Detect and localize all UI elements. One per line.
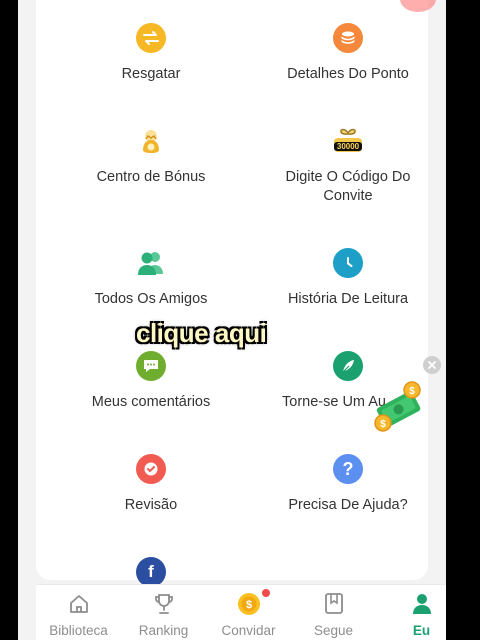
menu-item-label: Detalhes Do Ponto (287, 66, 409, 82)
swap-icon (136, 23, 166, 53)
menu-item-centro-bonus[interactable]: Centro de Bónus (56, 126, 246, 187)
trophy-icon (121, 591, 206, 617)
gift-30000-icon: 30000 (331, 126, 365, 156)
notification-dot (262, 589, 270, 597)
gold-sack-icon (136, 126, 166, 156)
menu-item-precisa-ajuda[interactable]: ? Precisa De Ajuda? (253, 454, 443, 515)
menu-item-label: Meus comentários (91, 394, 211, 410)
menu-item-codigo-convite[interactable]: 30000 Digite O Código Do Convite (253, 126, 443, 206)
nav-item-segue[interactable]: Segue (291, 585, 376, 638)
money-reward-icon[interactable]: $ $ (372, 380, 426, 441)
bottom-nav: Biblioteca Ranking $ Convidar Segue Eu (36, 584, 446, 640)
gift-amount-label: 30000 (336, 142, 360, 151)
svg-text:$: $ (380, 419, 386, 430)
friends-icon (136, 248, 166, 278)
menu-item-historia-leitura[interactable]: História De Leitura (253, 248, 443, 309)
menu-item-label: Digite O Código Do Convite (285, 169, 411, 204)
home-icon (36, 591, 121, 617)
nav-item-eu[interactable]: Eu (379, 585, 446, 638)
svg-text:$: $ (409, 386, 415, 397)
menu-item-label: Centro de Bónus (96, 169, 206, 185)
menu-item-label: Todos Os Amigos (94, 291, 208, 307)
close-icon[interactable] (423, 356, 441, 374)
nav-item-ranking[interactable]: Ranking (121, 585, 206, 638)
coin-icon: $ (206, 589, 291, 617)
menu-item-label: Resgatar (121, 66, 181, 82)
comment-icon (136, 351, 166, 381)
menu-item-resgatar[interactable]: Resgatar (56, 23, 246, 84)
menu-item-label: Precisa De Ajuda? (288, 497, 408, 513)
svg-text:$: $ (245, 599, 251, 611)
check-badge-icon (136, 454, 166, 484)
video-caption: clique aqui (136, 318, 267, 348)
menu-item-todos-amigos[interactable]: Todos Os Amigos (56, 248, 246, 309)
notification-badge (400, 0, 436, 12)
clock-icon (333, 248, 363, 278)
nav-label: Convidar (221, 623, 276, 638)
user-icon (379, 591, 446, 617)
menu-item-label: História De Leitura (287, 291, 409, 307)
menu-card: Resgatar Detalhes Do Ponto Centro de Bón… (36, 0, 436, 587)
nav-label: Ranking (138, 623, 189, 638)
coin-stack-icon (333, 23, 363, 53)
nav-item-biblioteca[interactable]: Biblioteca (36, 585, 121, 638)
nav-label: Segue (313, 623, 354, 638)
bookmark-icon (291, 591, 376, 617)
help-icon: ? (333, 454, 363, 484)
menu-item-meus-comentarios[interactable]: Meus comentários (56, 351, 246, 412)
menu-item-revisao[interactable]: Revisão (56, 454, 246, 515)
facebook-icon: f (136, 557, 166, 587)
menu-item-label: Revisão (124, 497, 178, 513)
nav-item-convidar[interactable]: $ Convidar (206, 585, 291, 638)
quill-icon (333, 351, 363, 381)
menu-item-detalhes-ponto[interactable]: Detalhes Do Ponto (253, 23, 443, 84)
nav-label: Biblioteca (49, 623, 108, 638)
nav-label: Eu (412, 623, 431, 638)
